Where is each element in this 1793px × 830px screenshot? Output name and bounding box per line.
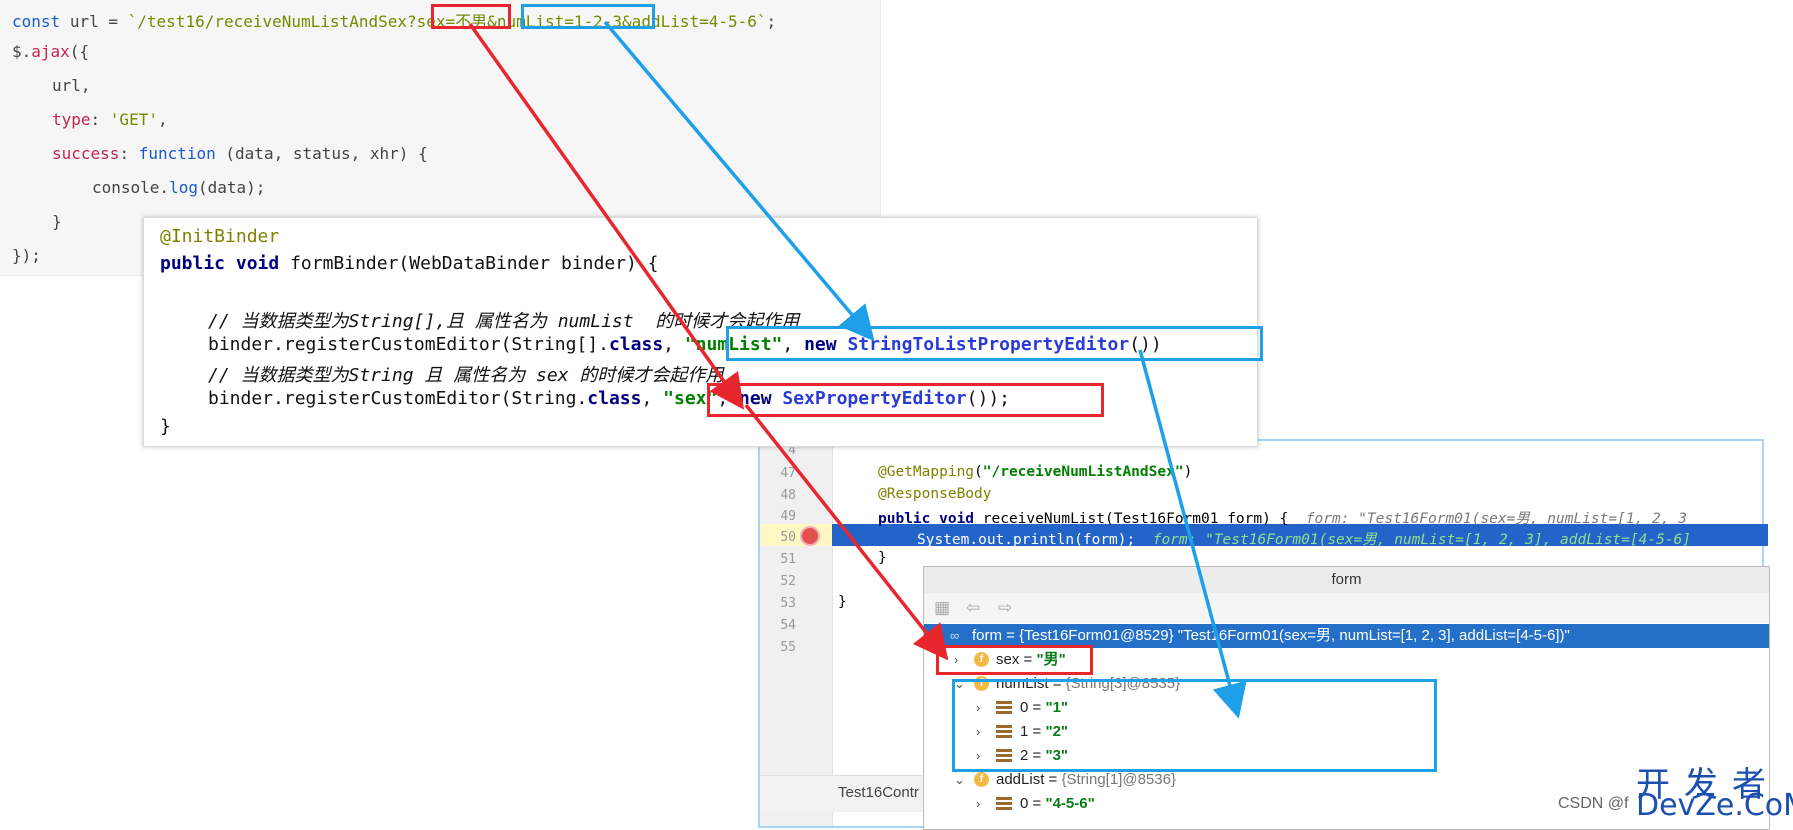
- println-statement: System.out.println(form);: [917, 532, 1136, 548]
- type-key: type: [52, 110, 91, 129]
- ajax-open: ({: [69, 42, 90, 61]
- popup-toolbar: ▦ ⇦ ⇨: [924, 593, 1769, 623]
- ide-code-line-49: public void receiveNumList(Test16Form01 …: [878, 507, 1687, 528]
- response-body-annotation: @ResponseBody: [878, 486, 992, 502]
- sex-variable-highlight-box: [936, 645, 1093, 675]
- js-code-line-7: }: [52, 212, 62, 231]
- js-code-line-6: console.log(data);: [92, 178, 265, 197]
- semicolon: ;: [766, 12, 777, 31]
- item-index: 0: [1020, 795, 1029, 812]
- console-obj: console.: [92, 178, 170, 197]
- line-number: 48: [780, 488, 796, 503]
- sex-editor-highlight-box: [707, 383, 1104, 417]
- comma: ,: [663, 334, 674, 355]
- url-numlist-highlight-box: [521, 4, 655, 29]
- url-string-start: `/test16/receiveNumListAndSex?: [127, 12, 417, 31]
- function-keyword: function: [138, 144, 216, 163]
- paren-close: ): [1183, 464, 1193, 480]
- inline-debug-hint: form: "Test16Form01(sex=男, numList=[1, 2…: [1305, 511, 1687, 527]
- success-key: success: [52, 144, 120, 163]
- function-params: (data, status, xhr) {: [225, 144, 428, 163]
- paren-open: (: [974, 464, 983, 480]
- ajax-fn: ajax: [31, 42, 70, 61]
- ide-code-line-51: }: [878, 550, 887, 566]
- line-number: 52: [780, 574, 796, 589]
- js-code-line-5: success: function (data, status, xhr) {: [52, 144, 428, 163]
- addlist-ref: {String[1]@8536}: [1061, 771, 1176, 788]
- url-var: url: [69, 12, 99, 31]
- register-call: binder.registerCustomEditor(String.: [208, 388, 588, 409]
- line-number: 49: [780, 509, 796, 524]
- class-keyword: class: [587, 388, 642, 409]
- csdn-watermark: CSDN @f: [1558, 795, 1629, 812]
- js-code-line-3: url,: [52, 76, 91, 95]
- log-fn: log: [169, 178, 198, 197]
- line-number: 53: [780, 596, 796, 611]
- js-code-line-4: type: 'GET',: [52, 110, 168, 129]
- numlist-variable-highlight-box: [952, 679, 1437, 772]
- addlist-item: 0 = "4-5-6": [1020, 795, 1095, 812]
- mapping-path: "/receiveNumListAndSex": [982, 464, 1184, 480]
- ide-code-line-53: }: [838, 594, 847, 610]
- line-number: 50: [780, 530, 796, 545]
- tree-view-icon[interactable]: ▦: [934, 598, 950, 618]
- forward-arrow-icon[interactable]: ⇨: [998, 598, 1012, 618]
- js-code-line-8: });: [12, 246, 41, 265]
- popup-title: form: [924, 567, 1769, 594]
- array-element-icon: [996, 797, 1012, 810]
- binder-comment-1: // 当数据类型为String[],且 属性名为 numList 的时候才会起作…: [208, 311, 800, 332]
- line-number: 47: [780, 466, 796, 481]
- equals: =: [108, 12, 118, 31]
- ide-code-line-50: System.out.println(form); form: "Test16F…: [917, 528, 1691, 549]
- devze-watermark: DevZe.CoM: [1636, 788, 1793, 823]
- register-call: binder.registerCustomEditor(String[].: [208, 334, 609, 355]
- binder-line-annotation: @InitBinder: [160, 226, 279, 247]
- init-binder-annotation: @InitBinder: [160, 226, 280, 247]
- const-keyword: const: [12, 12, 61, 31]
- signature-rest: formBinder(WebDataBinder binder) {: [290, 253, 659, 274]
- addlist-name: addList: [996, 771, 1045, 788]
- line-number: 55: [780, 640, 796, 655]
- comma: ,: [641, 388, 653, 409]
- js-code-line-2: $.ajax({: [12, 42, 89, 61]
- item-value: "4-5-6": [1045, 795, 1095, 812]
- js-code-line-1: const url = `/test16/receiveNumListAndSe…: [12, 8, 776, 32]
- jquery-dollar: $.: [12, 42, 32, 61]
- ide-code-line-47: @GetMapping("/receiveNumListAndSex"): [878, 464, 1192, 480]
- line-number: 54: [780, 618, 796, 633]
- binder-line-signature: public void formBinder(WebDataBinder bin…: [160, 253, 659, 274]
- binder-comment-2: // 当数据类型为String 且 属性名为 sex 的时候才会起作用: [208, 365, 724, 386]
- field-icon: f: [974, 772, 989, 787]
- get-mapping-annotation: @GetMapping: [878, 464, 975, 480]
- type-value: 'GET': [109, 110, 158, 129]
- numlist-editor-highlight-box: [726, 326, 1263, 361]
- editor-tab-label[interactable]: Test16Contr: [838, 784, 919, 801]
- inline-debug-hint-current: form: "Test16Form01(sex=男, numList=[1, 2…: [1152, 532, 1692, 548]
- back-arrow-icon[interactable]: ⇦: [966, 598, 980, 618]
- signature-keywords: public void: [160, 253, 280, 274]
- method-signature: receiveNumList(Test16Form01 form) {: [982, 511, 1289, 527]
- binder-close-brace: }: [160, 416, 171, 437]
- class-keyword: class: [608, 334, 664, 355]
- log-args: (data);: [197, 178, 266, 197]
- expand-chevron-icon[interactable]: ›: [976, 792, 980, 816]
- url-sex-highlight-box: [431, 4, 511, 29]
- breakpoint-icon[interactable]: [802, 528, 818, 544]
- line-number: 51: [780, 552, 796, 567]
- ide-code-line-48: @ResponseBody: [878, 486, 992, 502]
- method-keywords: public void: [878, 511, 975, 527]
